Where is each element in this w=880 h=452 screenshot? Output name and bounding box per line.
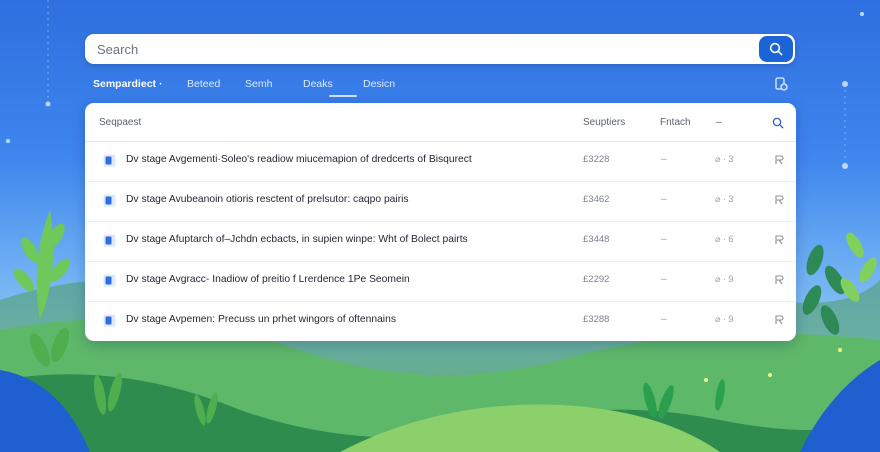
document-icon xyxy=(103,154,116,167)
row-count: ⌀ · 9 xyxy=(715,314,734,324)
row-size: £3448 xyxy=(583,234,610,245)
header-fetch[interactable]: Fntach xyxy=(660,117,691,128)
row-fetch: – xyxy=(661,194,667,205)
row-count: ⌀ · 3 xyxy=(715,154,734,164)
row-action-icon[interactable] xyxy=(773,274,785,286)
table-search-icon[interactable] xyxy=(772,117,784,129)
row-count: ⌀ · 6 xyxy=(715,234,734,244)
table-header: Seqpaest Seuptiers Fntach – xyxy=(85,103,796,142)
results-panel: Seqpaest Seuptiers Fntach – Dv stage Avg… xyxy=(85,103,796,341)
tab-sempardiect[interactable]: Sempardiect · xyxy=(93,78,162,90)
row-action-icon[interactable] xyxy=(773,194,785,206)
search-button[interactable] xyxy=(759,36,793,62)
table-row[interactable]: Dv stage Avpemen: Precuss un prhet wingo… xyxy=(85,301,796,341)
row-title: Dv stage Afuptarch of–Jchdn ecbacts, in … xyxy=(126,234,468,245)
row-title: Dv stage Avpemen: Precuss un prhet wingo… xyxy=(126,314,396,325)
tab-desicn[interactable]: Desicn xyxy=(363,78,395,90)
document-icon xyxy=(103,194,116,207)
tab-beteed[interactable]: Beteed xyxy=(187,78,220,90)
row-fetch: – xyxy=(661,314,667,325)
row-count: ⌀ · 9 xyxy=(715,274,734,284)
search-icon xyxy=(769,42,783,56)
row-title: Dv stage Avgementi·Soleo's readiow miuce… xyxy=(126,154,472,165)
tab-deaks[interactable]: Deaks xyxy=(303,78,333,90)
row-size: £3288 xyxy=(583,314,610,325)
tab-semh[interactable]: Semh xyxy=(245,78,272,90)
row-count: ⌀ · 3 xyxy=(715,194,734,204)
document-view-icon[interactable] xyxy=(773,76,789,92)
table-row[interactable]: Dv stage Avubeanoin otioris resctent of … xyxy=(85,181,796,222)
document-icon xyxy=(103,314,116,327)
active-tab-indicator xyxy=(329,95,357,97)
search-input[interactable] xyxy=(85,33,759,65)
header-size[interactable]: Seuptiers xyxy=(583,117,625,128)
search-bar xyxy=(85,33,795,65)
table-row[interactable]: Dv stage Avgracc- Inadiow of preitio f L… xyxy=(85,261,796,302)
row-fetch: – xyxy=(661,154,667,165)
row-action-icon[interactable] xyxy=(773,154,785,166)
table-row[interactable]: Dv stage Avgementi·Soleo's readiow miuce… xyxy=(85,141,796,182)
row-size: £3462 xyxy=(583,194,610,205)
header-name[interactable]: Seqpaest xyxy=(99,117,141,128)
document-icon xyxy=(103,274,116,287)
row-title: Dv stage Avubeanoin otioris resctent of … xyxy=(126,194,409,205)
document-icon xyxy=(103,234,116,247)
row-size: £3228 xyxy=(583,154,610,165)
row-action-icon[interactable] xyxy=(773,314,785,326)
row-fetch: – xyxy=(661,234,667,245)
row-action-icon[interactable] xyxy=(773,234,785,246)
header-extra: – xyxy=(716,117,722,128)
tab-bar: Sempardiect · Beteed Semh Deaks Desicn xyxy=(85,78,795,97)
row-title: Dv stage Avgracc- Inadiow of preitio f L… xyxy=(126,274,410,285)
row-fetch: – xyxy=(661,274,667,285)
table-row[interactable]: Dv stage Afuptarch of–Jchdn ecbacts, in … xyxy=(85,221,796,262)
row-size: £2292 xyxy=(583,274,610,285)
